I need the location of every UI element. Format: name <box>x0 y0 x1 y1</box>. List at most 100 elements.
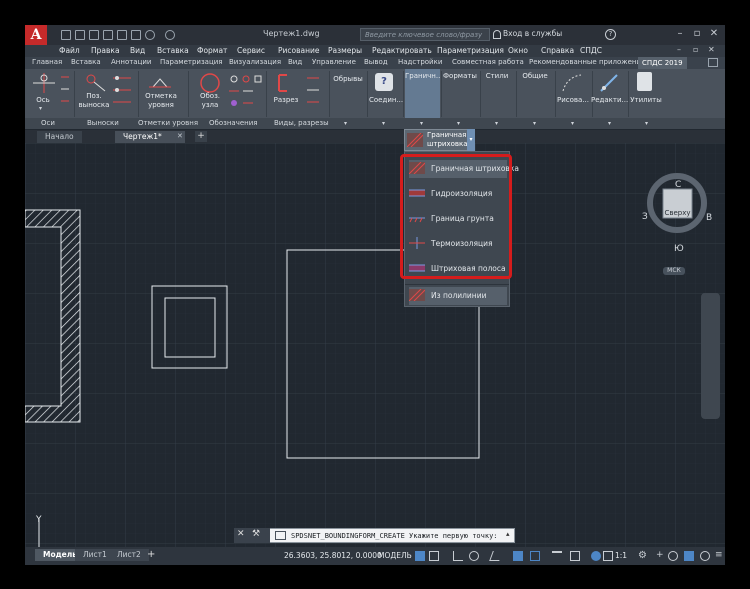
transparency-icon[interactable] <box>570 551 580 561</box>
menu-close-icon[interactable]: ✕ <box>708 45 715 54</box>
clean-screen-icon[interactable] <box>700 551 710 561</box>
styles-expand-icon[interactable]: ▾ <box>495 120 498 127</box>
group-leaders[interactable]: Выноски <box>87 119 119 128</box>
tab-featured-apps[interactable]: Рекомендованные приложения <box>529 58 645 66</box>
ribbon-toggle-icon[interactable] <box>708 58 718 67</box>
navigation-bar[interactable] <box>701 293 720 419</box>
menu-format[interactable]: Формат <box>197 46 227 55</box>
group-views-sections[interactable]: Виды, разрезы <box>274 119 329 128</box>
save-icon[interactable] <box>89 30 99 40</box>
tab-output[interactable]: Вывод <box>364 58 388 66</box>
menu-minimize-icon[interactable]: – <box>677 45 681 54</box>
viewcube-top-face[interactable]: Сверху <box>663 209 692 217</box>
axis-button-label[interactable]: Ось <box>33 96 53 104</box>
tab-drawing1[interactable]: Чертеж1* <box>115 131 185 143</box>
menu-spds[interactable]: СПДС <box>580 46 602 55</box>
axis-icon[interactable] <box>33 73 55 93</box>
node-label-2[interactable]: узла <box>193 101 227 109</box>
menu-help[interactable]: Справка <box>541 46 574 55</box>
tab-start[interactable]: Начало <box>37 131 82 143</box>
new-file-icon[interactable] <box>61 30 71 40</box>
level-mark-icon[interactable] <box>149 73 171 93</box>
menu-insert[interactable]: Вставка <box>157 46 189 55</box>
utilities-button-label[interactable]: Утилиты <box>629 96 663 104</box>
save-as-icon[interactable] <box>103 30 113 40</box>
group-designations[interactable]: Обозначения <box>209 119 257 128</box>
tab-insert[interactable]: Вставка <box>71 58 101 66</box>
designation-tools-icon[interactable] <box>229 75 263 115</box>
common-expand-icon[interactable]: ▾ <box>533 120 536 127</box>
node-label-1[interactable]: Обоз. <box>193 92 227 100</box>
menu-draw[interactable]: Рисование <box>278 46 320 55</box>
annotation-visibility-icon[interactable] <box>591 551 601 561</box>
tab-annotate[interactable]: Аннотации <box>111 58 151 66</box>
ucs-selector[interactable]: МСК <box>663 267 685 275</box>
styles-button[interactable]: Стили <box>482 72 512 80</box>
edit-expand-icon[interactable]: ▾ <box>608 120 611 127</box>
app-logo[interactable]: A <box>25 25 47 45</box>
tab-collaborate[interactable]: Совместная работа <box>452 58 524 66</box>
compass-west[interactable]: З <box>642 212 648 222</box>
autoscale-icon[interactable] <box>603 551 613 561</box>
tab-home[interactable]: Главная <box>32 58 62 66</box>
breaks-button[interactable]: Обрывы <box>332 75 364 83</box>
connect-icon[interactable]: ? <box>375 73 393 91</box>
leader-icon[interactable] <box>85 73 107 93</box>
add-workspace-icon[interactable]: + <box>656 550 664 560</box>
group-level-marks[interactable]: Отметки уровня <box>138 119 198 128</box>
axis-dropdown-icon[interactable]: ▾ <box>39 105 42 112</box>
menu-window[interactable]: Окно <box>508 46 528 55</box>
grid-icon[interactable] <box>415 551 425 561</box>
tab-parametric[interactable]: Параметризация <box>160 58 222 66</box>
common-button[interactable]: Общие <box>519 72 551 80</box>
formats-button[interactable]: Форматы <box>443 72 477 80</box>
node-designation-icon[interactable] <box>199 72 221 94</box>
isolate-objects-icon[interactable] <box>668 551 678 561</box>
menu-tools[interactable]: Сервис <box>237 46 265 55</box>
menu-modify[interactable]: Редактировать <box>372 46 432 55</box>
menu-file[interactable]: Файл <box>59 46 80 55</box>
plot-icon[interactable] <box>131 30 141 40</box>
add-layout-icon[interactable]: + <box>147 549 155 560</box>
leader-button-label-2[interactable]: выноска <box>77 101 111 109</box>
leader-button-label-1[interactable]: Поз. <box>79 92 109 100</box>
draw-expand-icon[interactable]: ▾ <box>571 120 574 127</box>
menu-view[interactable]: Вид <box>130 46 145 55</box>
formats-expand-icon[interactable]: ▾ <box>457 120 460 127</box>
breaks-expand-icon[interactable]: ▾ <box>344 120 347 127</box>
leader-tools-icon[interactable] <box>113 75 133 115</box>
tab-close-icon[interactable]: ✕ <box>177 132 183 140</box>
boundary-hatch-header[interactable]: Граничная штриховка <box>404 129 474 151</box>
object-snap-tracking-icon[interactable] <box>513 551 523 561</box>
level-mark-label-2[interactable]: уровня <box>143 101 179 109</box>
minimize-icon[interactable]: – <box>673 27 687 41</box>
drawing-canvas[interactable]: С Ю З В Сверху МСК Y X <box>25 143 725 565</box>
print-icon[interactable] <box>117 30 127 40</box>
tab-render[interactable]: Визуализация <box>229 58 281 66</box>
draw-button-label[interactable]: Рисова... <box>555 96 591 104</box>
new-tab-icon[interactable]: + <box>195 131 207 142</box>
section-icon[interactable] <box>275 73 295 93</box>
compass-east[interactable]: В <box>706 213 712 223</box>
close-icon[interactable]: ✕ <box>707 27 721 41</box>
maximize-icon[interactable]: ▫ <box>690 27 704 41</box>
object-snap-icon[interactable] <box>530 551 540 561</box>
customize-menu-icon[interactable]: ≡ <box>715 550 723 560</box>
command-line[interactable]: SPDSNET_BOUNDINGFORM_CREATE Укажите перв… <box>234 528 515 543</box>
hardware-acceleration-icon[interactable] <box>684 551 694 561</box>
command-history-icon[interactable]: ▴ <box>506 530 510 538</box>
search-input[interactable]: Введите ключевое слово/фразу <box>360 28 490 41</box>
group-axes[interactable]: Оси <box>41 119 55 128</box>
section-button-label[interactable]: Разрез <box>271 96 301 104</box>
boundary-button-label[interactable]: Граничн... <box>405 72 443 80</box>
redo-icon[interactable] <box>165 30 175 40</box>
connect-expand-icon[interactable]: ▾ <box>382 120 385 127</box>
tab-addins[interactable]: Надстройки <box>398 58 442 66</box>
snap-icon[interactable] <box>429 551 439 561</box>
login-button[interactable]: Вход в службы <box>503 29 562 38</box>
calculator-icon[interactable] <box>637 72 652 91</box>
tab-layout2[interactable]: Лист2 <box>109 549 149 561</box>
user-icon[interactable] <box>493 30 501 39</box>
workspace-gear-icon[interactable]: ⚙ <box>638 550 647 561</box>
open-file-icon[interactable] <box>75 30 85 40</box>
